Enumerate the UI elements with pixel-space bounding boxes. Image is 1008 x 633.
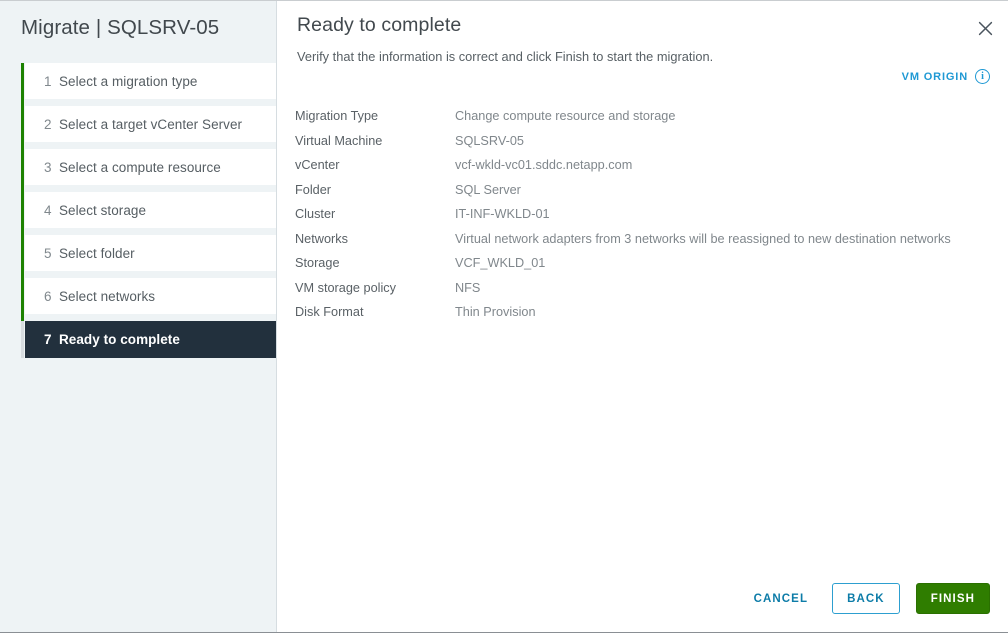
wizard-step-4[interactable]: 4 Select storage [25,192,276,228]
wizard-step-2[interactable]: 2 Select a target vCenter Server [25,106,276,142]
wizard-step-number: 4 [44,202,52,218]
page-subtitle: Verify that the information is correct a… [297,49,714,64]
summary-details-table: Migration Type Change compute resource an… [295,104,994,325]
progress-rail [21,63,24,358]
wizard-step-7[interactable]: 7 Ready to complete [25,321,276,358]
summary-row-label: VM storage policy [295,280,397,295]
summary-row-value: NFS [455,280,481,295]
page-title: Ready to complete [297,14,462,36]
wizard-step-label: Select folder [59,245,135,261]
summary-row-label: Storage [295,256,340,271]
summary-row-value: vcf-wkld-vc01.sddc.netapp.com [455,158,633,173]
summary-row: Migration Type Change compute resource an… [295,104,994,129]
summary-row-value: Change compute resource and storage [455,109,676,124]
info-icon[interactable]: i [975,69,990,84]
vm-origin-label: VM ORIGIN [901,70,968,83]
wizard-step-number: 2 [44,116,52,132]
summary-row-value: SQLSRV-05 [455,133,524,148]
wizard-step-3[interactable]: 3 Select a compute resource [25,149,276,185]
wizard-step-label: Select a migration type [59,73,198,89]
wizard-step-number: 3 [44,159,52,175]
summary-row-label: Disk Format [295,305,364,320]
migrate-wizard-dialog: Migrate | SQLSRV-05 1 Select a migration … [0,0,1008,633]
summary-row-label: Migration Type [295,109,379,124]
summary-row: Disk Format Thin Provision [295,300,994,325]
wizard-footer: CANCEL BACK FINISH [744,583,990,614]
wizard-step-label: Select a target vCenter Server [59,116,243,132]
wizard-step-label: Ready to complete [59,332,180,347]
finish-button[interactable]: FINISH [915,583,990,614]
summary-row: Folder SQL Server [295,178,994,203]
back-button[interactable]: BACK [832,583,900,614]
wizard-step-label: Select storage [59,202,146,218]
close-icon[interactable] [972,15,998,41]
summary-row: VM storage policy NFS [295,276,994,301]
summary-row: Storage VCF_WKLD_01 [295,251,994,276]
wizard-title: Migrate | SQLSRV-05 [21,16,220,39]
wizard-step-number: 1 [44,73,52,89]
summary-row: Virtual Machine SQLSRV-05 [295,129,994,154]
wizard-step-list: 1 Select a migration type 2 Select a target… [25,63,276,365]
summary-row-label: vCenter [295,158,340,173]
summary-row: Cluster IT-INF-WKLD-01 [295,202,994,227]
wizard-step-number: 6 [44,288,52,304]
summary-row-label: Virtual Machine [295,133,383,148]
wizard-steps-container: 1 Select a migration type 2 Select a target… [21,63,276,632]
summary-row-value: SQL Server [455,182,521,197]
summary-row-label: Networks [295,231,348,246]
wizard-step-1[interactable]: 1 Select a migration type [25,63,276,99]
wizard-step-number: 7 [44,332,52,347]
cancel-button[interactable]: CANCEL [744,585,819,613]
summary-row: vCenter vcf-wkld-vc01.sddc.netapp.com [295,153,994,178]
wizard-step-5[interactable]: 5 Select folder [25,235,276,271]
summary-row: Networks Virtual network adapters from 3 … [295,227,994,252]
summary-row-label: Folder [295,182,332,197]
wizard-step-label: Select networks [59,288,156,304]
wizard-step-label: Select a compute resource [59,159,221,175]
vm-origin-toggle[interactable]: VM ORIGIN i [902,69,990,84]
wizard-sidebar: Migrate | SQLSRV-05 1 Select a migration … [0,1,277,632]
summary-row-label: Cluster [295,207,336,222]
wizard-content: Ready to complete Verify that the inform… [277,1,1008,632]
summary-row-value: Thin Provision [455,305,536,320]
summary-row-value: Virtual network adapters from 3 networks… [455,231,951,246]
summary-row-value: IT-INF-WKLD-01 [455,207,550,222]
wizard-step-6[interactable]: 6 Select networks [25,278,276,314]
wizard-step-number: 5 [44,245,52,261]
summary-row-value: VCF_WKLD_01 [455,256,546,271]
progress-rail-fill [21,63,24,321]
